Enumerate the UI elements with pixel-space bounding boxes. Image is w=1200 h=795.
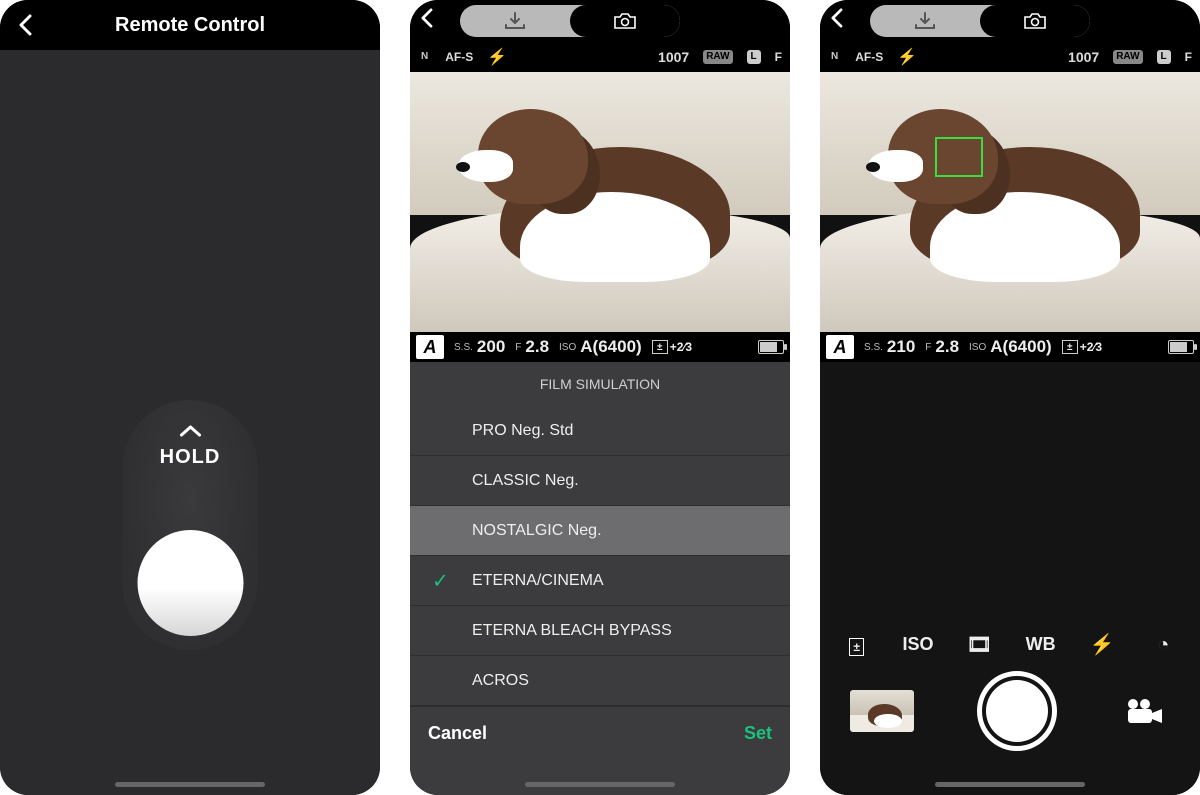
focus-indicator[interactable]: [935, 137, 983, 177]
mode-segmented-control[interactable]: [870, 5, 1090, 37]
size-badge: L: [1157, 50, 1171, 64]
shots-remaining: 1007: [658, 49, 689, 65]
info-strip: N AF-S 1007 RAW L F: [820, 42, 1200, 72]
flash-icon: [487, 47, 507, 67]
cancel-button[interactable]: Cancel: [428, 723, 487, 744]
film-sim-badge: N: [418, 50, 431, 64]
info-strip: N AF-S 1007 RAW L F: [410, 42, 790, 72]
video-camera-icon: [1125, 697, 1165, 725]
af-mode: AF-S: [855, 50, 883, 64]
camera-mode-tab[interactable]: [980, 5, 1090, 37]
shutter-button[interactable]: [977, 671, 1057, 751]
home-indicator[interactable]: [525, 782, 675, 787]
iso-value[interactable]: A(6400): [580, 337, 641, 357]
live-view-scene: [820, 72, 1200, 332]
quality-badge: F: [775, 50, 782, 64]
shots-remaining: 1007: [1068, 49, 1099, 65]
film-sim-option-label: NOSTALGIC Neg.: [472, 522, 602, 540]
quality-badge: F: [1185, 50, 1192, 64]
quick-settings-row: ± ISO WB: [820, 623, 1200, 671]
flash-button[interactable]: [1077, 631, 1127, 657]
phone-remote-control: Remote Control HOLD: [0, 0, 380, 795]
video-mode-button[interactable]: [1120, 697, 1170, 725]
home-indicator[interactable]: [935, 782, 1085, 787]
viewfinder[interactable]: [410, 72, 790, 332]
film-sim-option-label: ETERNA BLEACH BYPASS: [472, 622, 672, 640]
camera-top-bar: [410, 0, 790, 42]
film-sim-option[interactable]: CLASSIC Neg.: [410, 456, 790, 506]
download-icon: [504, 12, 526, 30]
film-sim-option[interactable]: ETERNA BLEACH BYPASS: [410, 606, 790, 656]
film-sim-option-label: ETERNA/CINEMA: [472, 572, 604, 590]
exposure-comp-button[interactable]: ±: [832, 631, 882, 657]
exposure-bar: A S.S. 210 F 2.8 ISO A(6400) ±+2⁄3: [820, 332, 1200, 362]
download-mode-tab[interactable]: [460, 5, 570, 37]
af-mode: AF-S: [445, 50, 473, 64]
film-sim-option[interactable]: ACROS: [410, 656, 790, 706]
iso-button[interactable]: ISO: [893, 634, 943, 655]
back-button[interactable]: [830, 8, 858, 34]
hold-label: HOLD: [160, 446, 221, 469]
phone-live-view: N AF-S 1007 RAW L F A S.S. 210 F 2.8 ISO…: [820, 0, 1200, 795]
film-simulation-list: PRO Neg. Std CLASSIC Neg. NOSTALGIC Neg. ✓ E…: [410, 406, 790, 706]
set-button[interactable]: Set: [744, 723, 772, 744]
live-view-scene: [410, 72, 790, 332]
back-button[interactable]: [420, 8, 448, 34]
battery-icon: [1168, 340, 1194, 354]
size-badge: L: [747, 50, 761, 64]
camera-icon: [613, 12, 637, 30]
home-indicator[interactable]: [115, 782, 265, 787]
battery-icon: [758, 340, 784, 354]
download-mode-tab[interactable]: [870, 5, 980, 37]
exposure-comp[interactable]: ±+2⁄3: [652, 340, 692, 354]
controls-area: ± ISO WB: [820, 362, 1200, 795]
flash-icon: [897, 47, 917, 67]
check-icon: ✓: [432, 568, 449, 593]
film-sim-option-label: PRO Neg. Std: [472, 422, 573, 440]
exposure-bar: A S.S. 200 F 2.8 ISO A(6400) ±+2⁄3: [410, 332, 790, 362]
film-sim-badge: N: [828, 50, 841, 64]
remote-body: HOLD: [0, 50, 380, 795]
exposure-comp[interactable]: ±+2⁄3: [1062, 340, 1102, 354]
film-sim-option[interactable]: NOSTALGIC Neg.: [410, 506, 790, 556]
viewfinder[interactable]: [820, 72, 1200, 332]
mode-segmented-control[interactable]: [460, 5, 680, 37]
self-timer-button[interactable]: [1138, 631, 1188, 657]
download-icon: [914, 12, 936, 30]
exposure-mode[interactable]: A: [416, 335, 444, 359]
shutter-speed[interactable]: 210: [887, 337, 915, 357]
chevron-left-icon: [830, 8, 843, 28]
iso-value[interactable]: A(6400): [990, 337, 1051, 357]
header: Remote Control: [0, 0, 380, 50]
aperture[interactable]: 2.8: [935, 337, 959, 357]
raw-badge: RAW: [1113, 50, 1142, 64]
chevron-left-icon: [420, 8, 433, 28]
hold-shutter-capsule[interactable]: HOLD: [123, 400, 258, 650]
white-balance-button[interactable]: WB: [1016, 634, 1066, 655]
film-simulation-panel: FILM SIMULATION PRO Neg. Std CLASSIC Neg.…: [410, 362, 790, 795]
film-sim-option[interactable]: ✓ ETERNA/CINEMA: [410, 556, 790, 606]
aperture[interactable]: 2.8: [525, 337, 549, 357]
film-sim-option-label: CLASSIC Neg.: [472, 472, 579, 490]
shutter-speed[interactable]: 200: [477, 337, 505, 357]
shutter-button[interactable]: [137, 530, 243, 636]
film-sim-option[interactable]: PRO Neg. Std: [410, 406, 790, 456]
panel-title: FILM SIMULATION: [410, 362, 790, 406]
film-sim-option-label: ACROS: [472, 672, 529, 690]
film-simulation-button[interactable]: [954, 631, 1004, 657]
camera-icon: [1023, 12, 1047, 30]
camera-mode-tab[interactable]: [570, 5, 680, 37]
chevron-up-icon: [178, 422, 202, 442]
page-title: Remote Control: [0, 14, 380, 37]
raw-badge: RAW: [703, 50, 732, 64]
shutter-row: [820, 671, 1200, 795]
phone-film-simulation: N AF-S 1007 RAW L F A S.S. 200 F 2.8 ISO…: [410, 0, 790, 795]
camera-top-bar: [820, 0, 1200, 42]
exposure-mode[interactable]: A: [826, 335, 854, 359]
last-photo-thumbnail[interactable]: [850, 690, 914, 732]
